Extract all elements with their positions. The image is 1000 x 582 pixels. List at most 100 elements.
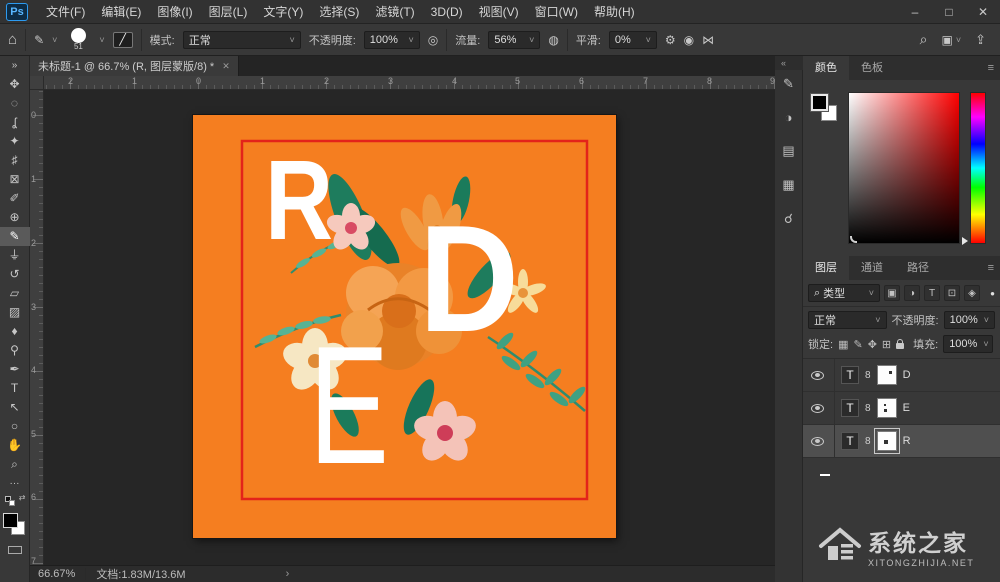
search-icon[interactable]: ⌕: [920, 31, 928, 48]
text-layer-thumbnail[interactable]: T: [841, 399, 859, 417]
gradient-tool[interactable]: ▨: [0, 303, 30, 322]
foreground-color-swatch[interactable]: [811, 94, 828, 111]
expand-tools-icon[interactable]: »: [0, 56, 30, 75]
menu-file[interactable]: 文件(F): [38, 0, 93, 24]
path-selection-tool[interactable]: ↖: [0, 398, 30, 417]
brush-size-preview[interactable]: 51: [65, 27, 91, 53]
text-layer-thumbnail[interactable]: T: [841, 366, 859, 384]
visibility-eye-icon[interactable]: [811, 437, 824, 446]
lasso-tool[interactable]: ʆ: [0, 113, 30, 132]
menu-window[interactable]: 窗口(W): [527, 0, 586, 24]
clone-stamp-tool[interactable]: ⏚: [0, 246, 30, 265]
menu-select[interactable]: 选择(S): [311, 0, 367, 24]
menu-type[interactable]: 文字(Y): [255, 0, 311, 24]
tab-layers[interactable]: 图层: [803, 256, 849, 280]
tab-swatches[interactable]: 色板: [849, 56, 895, 80]
blend-mode-dropdown[interactable]: 正常 ˅: [183, 31, 301, 49]
flow-dropdown[interactable]: 56% ˅: [488, 31, 540, 49]
libraries-panel-icon[interactable]: ☌: [784, 211, 793, 227]
layer-row-e[interactable]: T 8 E: [803, 392, 1000, 425]
toggle-brush-panel-icon[interactable]: [113, 32, 133, 48]
smoothing-options-gear-icon[interactable]: ⚙: [665, 33, 676, 47]
frame-tool[interactable]: ⊠: [0, 170, 30, 189]
filter-smart-object-icon[interactable]: ◈: [964, 285, 980, 301]
paint-symmetry-icon[interactable]: ⋈: [702, 33, 714, 47]
status-options-chevron-icon[interactable]: ›: [286, 568, 290, 580]
fill-dropdown[interactable]: 100% ˅: [943, 335, 993, 353]
adjustments-panel-icon[interactable]: ◑: [785, 110, 793, 125]
tab-color[interactable]: 颜色: [803, 56, 849, 80]
eraser-tool[interactable]: ▱: [0, 284, 30, 303]
shape-tool[interactable]: ○: [0, 417, 30, 436]
more-tools-icon[interactable]: ···: [0, 474, 30, 493]
panel-menu-icon[interactable]: ≡: [988, 262, 994, 274]
zoom-level-field[interactable]: 66.67%: [38, 568, 75, 580]
filter-image-icon[interactable]: ▣: [884, 285, 900, 301]
tab-channels[interactable]: 通道: [849, 256, 895, 280]
move-tool[interactable]: ✥: [0, 75, 30, 94]
text-layer-thumbnail[interactable]: T: [841, 432, 859, 450]
lock-all-icon[interactable]: [896, 343, 904, 349]
close-tab-icon[interactable]: ✕: [222, 61, 230, 72]
properties-panel-icon[interactable]: ▦: [782, 177, 794, 193]
blur-tool[interactable]: ♦: [0, 322, 30, 341]
menu-3d[interactable]: 3D(D): [423, 0, 471, 24]
home-icon[interactable]: ⌂: [8, 31, 17, 48]
close-button[interactable]: ✕: [966, 0, 1000, 24]
layer-name[interactable]: R: [903, 435, 911, 447]
document-canvas[interactable]: R D E: [193, 115, 616, 538]
layer-mask-link-icon[interactable]: 8: [865, 436, 871, 447]
opacity-dropdown[interactable]: 100% ˅: [364, 31, 420, 49]
layer-blend-mode-dropdown[interactable]: 正常 ˅: [808, 311, 887, 329]
eyedropper-tool[interactable]: ✐: [0, 189, 30, 208]
hue-slider[interactable]: [970, 92, 986, 244]
minimize-button[interactable]: –: [898, 0, 932, 24]
healing-brush-tool[interactable]: ⊕: [0, 208, 30, 227]
lock-artboard-icon[interactable]: ⊞: [882, 338, 891, 351]
brush-settings-panel-icon[interactable]: ✎: [783, 76, 794, 92]
zoom-tool[interactable]: ⌕: [0, 455, 30, 474]
layer-row-d[interactable]: T 8 D: [803, 359, 1000, 392]
smoothing-dropdown[interactable]: 0% ˅: [609, 31, 657, 49]
airbrush-icon[interactable]: ◍: [548, 33, 558, 47]
panel-menu-icon[interactable]: ≡: [988, 62, 994, 74]
layer-row-r-selected[interactable]: T 8 R: [803, 425, 1000, 458]
filter-type-dropdown[interactable]: ⌕ 类型 ˅: [808, 284, 880, 302]
lock-position-icon[interactable]: ✥: [868, 338, 877, 351]
type-tool[interactable]: T: [0, 379, 30, 398]
menu-image[interactable]: 图像(I): [149, 0, 200, 24]
visibility-eye-icon[interactable]: [811, 371, 824, 380]
filter-adjustment-icon[interactable]: ◑: [904, 285, 920, 301]
saturation-brightness-field[interactable]: [848, 92, 960, 244]
foreground-color-swatch[interactable]: [3, 513, 18, 528]
layer-mask-thumbnail[interactable]: [877, 398, 897, 418]
menu-filter[interactable]: 滤镜(T): [367, 0, 422, 24]
tablet-pressure-size-icon[interactable]: ◉: [684, 33, 694, 47]
pen-tool[interactable]: ✒: [0, 360, 30, 379]
default-swap-colors-icon[interactable]: ⇄: [0, 493, 30, 507]
character-panel-icon[interactable]: ▤: [782, 143, 794, 159]
filter-text-icon[interactable]: T: [924, 285, 940, 301]
marquee-tool[interactable]: ◌: [0, 94, 30, 113]
lock-transparent-pixels-icon[interactable]: ▦: [838, 338, 848, 351]
dodge-tool[interactable]: ⚲: [0, 341, 30, 360]
screen-mode-icon[interactable]: [8, 546, 22, 554]
hand-tool[interactable]: ✋: [0, 436, 30, 455]
history-brush-tool[interactable]: ↺: [0, 265, 30, 284]
tablet-pressure-opacity-icon[interactable]: ◎: [428, 33, 438, 47]
menu-help[interactable]: 帮助(H): [586, 0, 643, 24]
share-icon[interactable]: ⇪: [975, 32, 986, 48]
workspace-switcher-icon[interactable]: ▣: [941, 33, 952, 47]
layer-mask-thumbnail[interactable]: [877, 365, 897, 385]
visibility-eye-icon[interactable]: [811, 404, 824, 413]
lock-image-pixels-icon[interactable]: ✎: [853, 338, 862, 351]
maximize-button[interactable]: □: [932, 0, 966, 24]
layer-name[interactable]: D: [903, 369, 911, 381]
filter-shape-icon[interactable]: ⊡: [944, 285, 960, 301]
quick-selection-tool[interactable]: ✦: [0, 132, 30, 151]
layer-opacity-dropdown[interactable]: 100% ˅: [944, 311, 995, 329]
crop-tool[interactable]: ♯: [0, 151, 30, 170]
collapse-strip-icon[interactable]: «: [781, 58, 786, 68]
brush-tool[interactable]: ✎: [0, 227, 30, 246]
filter-toggle-icon[interactable]: ●: [990, 289, 995, 298]
